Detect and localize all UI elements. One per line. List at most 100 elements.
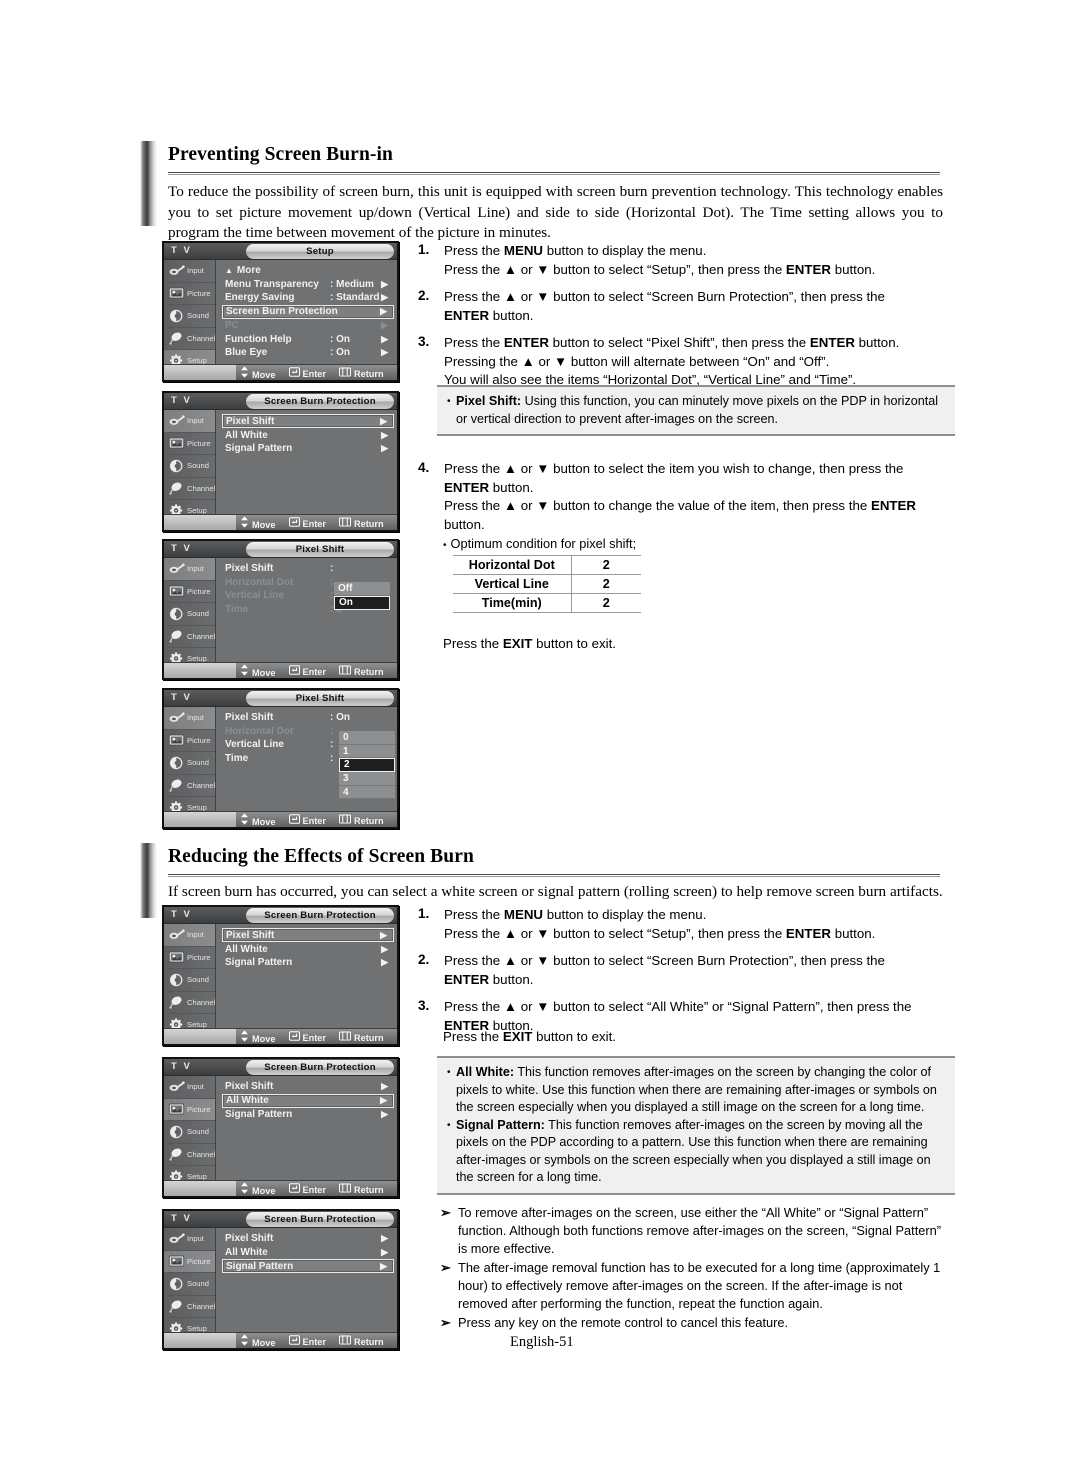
osd-pixel-shift-onoff[interactable]: T V Pixel Shift Input Picture Sound Channel Se… <box>162 539 399 680</box>
osd-row[interactable]: Signal Pattern ▶ <box>222 1259 394 1273</box>
osd-footer-return[interactable]: Return <box>338 1182 384 1195</box>
osd-sidebar-item-input[interactable]: Input <box>164 1076 215 1099</box>
osd-row[interactable]: All White ▶ <box>222 1246 394 1259</box>
osd-footer-move[interactable]: Move <box>240 515 276 530</box>
osd-row[interactable]: Pixel Shift: <box>222 562 394 575</box>
osd-sidebar-item-sound[interactable]: Sound <box>164 305 215 328</box>
step-line: Press the ▲ or ▼ button to select “Setup… <box>444 261 876 277</box>
osd-row[interactable]: Signal Pattern ▶ <box>222 442 394 455</box>
osd-sidebar-item-sound[interactable]: Sound <box>164 1121 215 1144</box>
osd-row[interactable]: Pixel Shift ▶ <box>222 414 394 428</box>
osd-row[interactable]: Blue Eye: On ▶ <box>222 346 394 359</box>
osd-sidebar-item-input[interactable]: Input <box>164 707 215 730</box>
osd-row[interactable]: Signal Pattern ▶ <box>222 956 394 969</box>
osd-sidebar-item-input[interactable]: Input <box>164 558 215 581</box>
osd-sidebar-item-input[interactable]: Input <box>164 1228 215 1251</box>
osd-value-option[interactable]: On <box>334 595 390 610</box>
osd-setup-menu[interactable]: T V Setup Input Picture Sound Channel Setup ▲ Mo… <box>162 241 399 382</box>
osd-row[interactable]: Energy Saving: Standard ▶ <box>222 291 394 304</box>
osd-row[interactable]: All White ▶ <box>222 943 394 956</box>
osd-footer-return[interactable]: Return <box>338 1030 384 1043</box>
osd-footer-enter[interactable]: Enter <box>288 516 326 529</box>
osd-row[interactable]: All White ▶ <box>222 1093 394 1108</box>
osd-sidebar-item-sound[interactable]: Sound <box>164 969 215 992</box>
osd-sidebar-item-channel[interactable]: Channel <box>164 1296 215 1318</box>
osd-footer-move[interactable]: Move <box>240 1333 276 1348</box>
osd-sidebar-item-input[interactable]: Input <box>164 924 215 947</box>
osd-sidebar-item-channel[interactable]: Channel <box>164 478 215 500</box>
osd-row[interactable]: Menu Transparency: Medium ▶ <box>222 278 394 291</box>
osd-value-option[interactable]: Off <box>334 582 390 596</box>
osd-row[interactable]: Pixel Shift ▶ <box>222 928 394 942</box>
osd-sidebar-item-sound[interactable]: Sound <box>164 455 215 478</box>
osd-row[interactable]: All White ▶ <box>222 429 394 442</box>
osd-row[interactable]: Pixel Shift ▶ <box>222 1080 394 1093</box>
note-text: All White: This function removes after-i… <box>456 1065 937 1114</box>
osd-tv-label: T V <box>171 909 192 920</box>
osd-sidebar-item-channel[interactable]: Channel <box>164 328 215 350</box>
osd-sidebar-item-picture[interactable]: Picture <box>164 433 215 455</box>
osd-pixel-shift-values[interactable]: T V Pixel Shift Input Picture Sound Channel Se… <box>162 688 399 829</box>
osd-sidebar-item-channel[interactable]: Channel <box>164 626 215 648</box>
chevron-right-icon: ▶ <box>381 1081 388 1091</box>
osd-row[interactable]: PC ▶ <box>222 319 394 332</box>
osd-footer-enter[interactable]: Enter <box>288 1030 326 1043</box>
osd-sbp-signal-pattern[interactable]: T V Screen Burn Protection Input Picture Sou… <box>162 1209 399 1350</box>
osd-footer-return[interactable]: Return <box>338 516 384 529</box>
osd-sbp-pixel-shift-2[interactable]: T V Screen Burn Protection Input Picture Sou… <box>162 905 399 1046</box>
step-text: Press the MENU button to display the men… <box>444 242 875 279</box>
osd-sidebar-item-input[interactable]: Input <box>164 410 215 433</box>
osd-footer-move[interactable]: Move <box>240 1181 276 1196</box>
osd-row[interactable]: Pixel Shift: On <box>222 711 394 724</box>
osd-footer-return[interactable]: Return <box>338 664 384 677</box>
note-bullet: • Pixel Shift: Using this function, you c… <box>447 393 947 428</box>
osd-footer-return[interactable]: Return <box>338 813 384 826</box>
osd-footer-move[interactable]: Move <box>240 1029 276 1044</box>
osd-sidebar-item-picture[interactable]: Picture <box>164 730 215 752</box>
osd-footer-return[interactable]: Return <box>338 1334 384 1347</box>
osd-footer-move[interactable]: Move <box>240 663 276 678</box>
osd-footer-enter[interactable]: Enter <box>288 1182 326 1195</box>
osd-sidebar-item-picture[interactable]: Picture <box>164 1098 215 1121</box>
osd-footer-move[interactable]: Move <box>240 365 276 380</box>
osd-value-list[interactable]: 01234 <box>339 731 395 799</box>
osd-footer-enter[interactable]: Enter <box>288 366 326 379</box>
osd-sidebar-label: Channel <box>187 780 216 790</box>
osd-value-option[interactable]: 4 <box>339 785 395 799</box>
osd-value-option[interactable]: 2 <box>339 758 395 772</box>
osd-footer-bar: Move Enter Return <box>164 364 397 380</box>
osd-footer-enter[interactable]: Enter <box>288 1334 326 1347</box>
osd-sidebar-item-picture[interactable]: Picture <box>164 1250 215 1273</box>
osd-sidebar-item-picture[interactable]: Picture <box>164 581 215 603</box>
osd-sbp-all-white[interactable]: T V Screen Burn Protection Input Picture Sou… <box>162 1057 399 1198</box>
osd-row[interactable]: Signal Pattern ▶ <box>222 1108 394 1121</box>
osd-screen-burn-protection[interactable]: T V Screen Burn Protection Input Picture Sou… <box>162 391 399 532</box>
osd-sidebar-item-sound[interactable]: Sound <box>164 1273 215 1296</box>
osd-sidebar-item-channel[interactable]: Channel <box>164 992 215 1014</box>
osd-sidebar-item-channel[interactable]: Channel <box>164 1144 215 1166</box>
osd-sidebar-item-sound[interactable]: Sound <box>164 752 215 775</box>
osd-sidebar-item-input[interactable]: Input <box>164 260 215 283</box>
osd-row[interactable]: ▲ More <box>222 264 394 277</box>
osd-value-list[interactable]: Off On <box>334 582 390 610</box>
osd-footer-bar: Move Enter Return <box>164 1028 397 1044</box>
osd-sidebar-item-channel[interactable]: Channel <box>164 775 216 797</box>
osd-row[interactable]: Pixel Shift ▶ <box>222 1232 394 1245</box>
osd-value-option[interactable]: 0 <box>339 731 395 745</box>
osd-value-option[interactable]: 3 <box>339 772 395 786</box>
osd-row-label: Function Help <box>225 333 292 345</box>
osd-value-option[interactable]: 1 <box>339 744 395 758</box>
osd-footer-left-block <box>164 1333 236 1348</box>
osd-row[interactable]: Function Help: On ▶ <box>222 333 394 346</box>
osd-footer-enter[interactable]: Enter <box>288 664 326 677</box>
manual-page: Preventing Screen Burn-in To reduce the … <box>0 0 1080 1478</box>
osd-sidebar-item-picture[interactable]: Picture <box>164 947 215 969</box>
osd-sidebar-item-sound[interactable]: Sound <box>164 603 215 626</box>
osd-footer-move[interactable]: Move <box>240 812 276 827</box>
osd-sidebar: Input Picture Sound Channel Setup <box>164 410 216 530</box>
osd-sidebar-item-picture[interactable]: Picture <box>164 283 215 305</box>
osd-footer-return[interactable]: Return <box>338 366 384 379</box>
osd-footer-enter[interactable]: Enter <box>288 813 326 826</box>
osd-row[interactable]: Screen Burn Protection ▶ <box>222 304 394 319</box>
osd-titlebar: T V Screen Burn Protection <box>164 1059 397 1076</box>
